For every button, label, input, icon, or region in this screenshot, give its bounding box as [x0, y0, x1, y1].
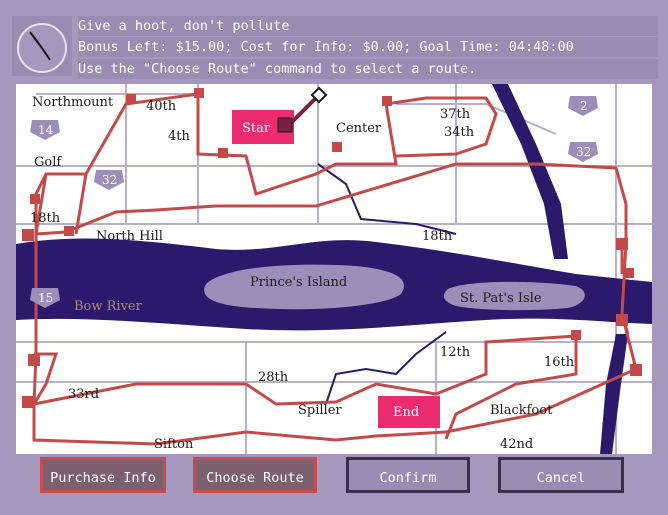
start-label: Star — [242, 121, 271, 136]
street-north-hill: North Hill — [96, 229, 163, 244]
street-16th: 16th — [544, 355, 575, 370]
st-pats-label: St. Pat's Isle — [460, 291, 542, 306]
street-42nd: 42nd — [500, 437, 533, 452]
hwy-15-label: 15 — [38, 291, 53, 305]
hwy-14-label: 14 — [38, 123, 54, 137]
car-icon — [277, 117, 293, 133]
status-header: Give a hoot, don't pollute Bonus Left: $… — [0, 0, 668, 84]
purchase-info-button[interactable]: Purchase Info — [40, 457, 166, 493]
street-18th-east: 18th — [422, 229, 453, 244]
confirm-button[interactable]: Confirm — [346, 457, 470, 493]
street-28th: 28th — [258, 370, 289, 385]
street-golf: Golf — [34, 155, 62, 170]
street-12th: 12th — [440, 345, 471, 360]
street-37th: 37th — [440, 107, 471, 122]
street-sifton: Sifton — [154, 437, 194, 452]
hwy-2-label: 2 — [580, 99, 588, 113]
hwy-32-label: 32 — [102, 173, 117, 187]
street-18th-west: 18th — [30, 211, 61, 226]
hwy-32b-label: 32 — [576, 145, 591, 159]
princes-island-label: Prince's Island — [250, 275, 347, 290]
river-label: Bow River — [74, 299, 143, 314]
street-34th: 34th — [444, 125, 475, 140]
street-33rd: 33rd — [68, 387, 99, 402]
street-4th: 4th — [168, 129, 190, 144]
street-center: Center — [336, 121, 382, 136]
instruction-line: Use the "Choose Route" command to select… — [78, 59, 658, 79]
street-blackfoot: Blackfoot — [490, 403, 553, 418]
cancel-button[interactable]: Cancel — [498, 457, 624, 493]
city-map[interactable]: Star End 14 32 15 2 32 Bow River Prince'… — [16, 84, 652, 454]
message-line-1: Give a hoot, don't pollute — [78, 16, 658, 36]
clock-icon — [12, 16, 72, 76]
end-label: End — [393, 405, 419, 420]
choose-route-button[interactable]: Choose Route — [193, 457, 317, 493]
bonus-status-line: Bonus Left: $15.00; Cost for Info: $0.00… — [78, 37, 658, 57]
street-spiller: Spiller — [298, 403, 342, 418]
street-40th: 40th — [146, 99, 177, 114]
game-window: Give a hoot, don't pollute Bonus Left: $… — [0, 0, 668, 515]
street-northmount: Northmount — [32, 95, 114, 110]
